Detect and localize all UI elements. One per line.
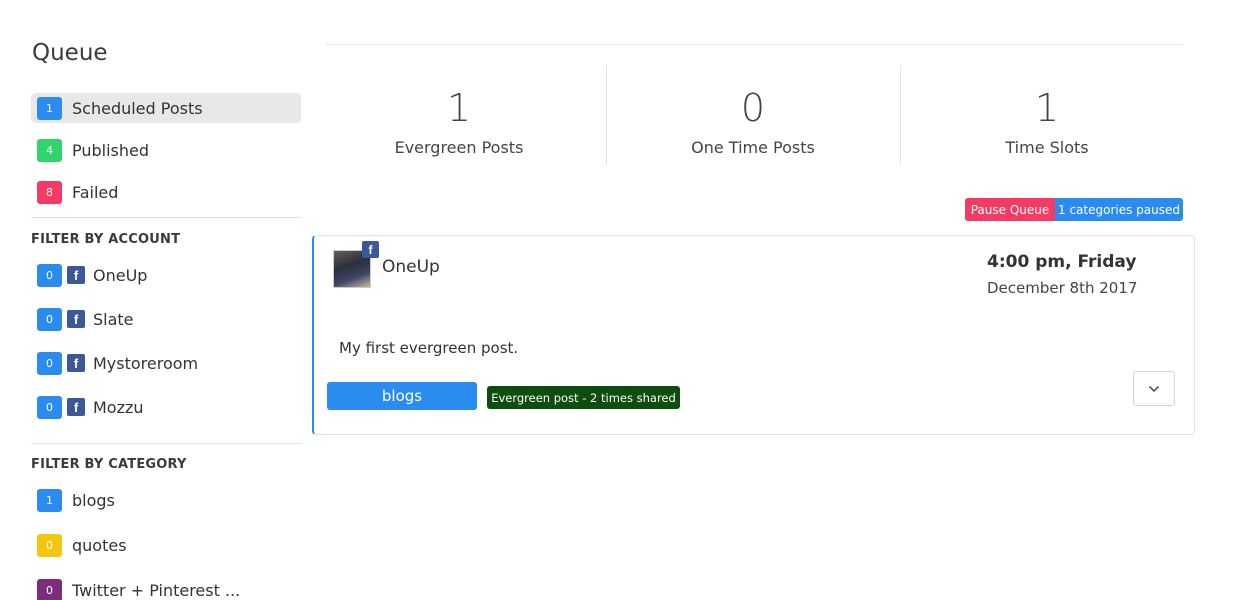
post-date: December 8th 2017 xyxy=(987,279,1138,297)
account-filter-mystoreroom[interactable]: 0 f Mystoreroom xyxy=(31,348,301,378)
expand-button[interactable] xyxy=(1133,371,1175,406)
chevron-down-icon xyxy=(1148,385,1160,392)
top-divider xyxy=(325,44,1183,45)
filter-by-category-heading: FILTER BY CATEGORY xyxy=(31,457,187,472)
count-badge: 0 xyxy=(37,533,62,557)
post-text: My first evergreen post. xyxy=(339,339,519,357)
count-badge: 4 xyxy=(37,138,62,162)
count-badge: 0 xyxy=(37,351,62,375)
category-label: blogs xyxy=(72,490,115,510)
facebook-icon: f xyxy=(67,310,85,328)
count-badge: 0 xyxy=(37,263,62,287)
category-filter-twitter-pinterest[interactable]: 0 Twitter + Pinterest ... xyxy=(31,575,301,600)
stat-value: 1 xyxy=(446,86,472,130)
evergreen-badge: Evergreen post - 2 times shared xyxy=(487,386,680,409)
sidebar: Queue 1 Scheduled Posts 4 Published 8 Fa… xyxy=(31,0,303,600)
count-badge: 0 xyxy=(37,395,62,419)
pause-queue-button[interactable]: Pause Queue xyxy=(965,198,1055,221)
nav-scheduled-posts[interactable]: 1 Scheduled Posts xyxy=(31,93,301,123)
account-filter-slate[interactable]: 0 f Slate xyxy=(31,304,301,334)
count-badge: 0 xyxy=(37,578,62,600)
account-label: Mozzu xyxy=(93,397,144,417)
post-card: f OneUp 4:00 pm, Friday December 8th 201… xyxy=(312,235,1195,435)
category-label: Twitter + Pinterest ... xyxy=(72,580,241,600)
nav-published[interactable]: 4 Published xyxy=(31,135,301,165)
nav-label: Published xyxy=(72,140,150,160)
stat-one-time-posts: 0 One Time Posts xyxy=(606,65,900,165)
account-filter-oneup[interactable]: 0 f OneUp xyxy=(31,260,301,290)
stat-label: Time Slots xyxy=(1005,138,1089,157)
account-label: OneUp xyxy=(93,265,148,285)
facebook-icon: f xyxy=(67,266,85,284)
categories-paused-button[interactable]: 1 categories paused xyxy=(1055,198,1183,221)
stat-label: One Time Posts xyxy=(691,138,815,157)
post-time: 4:00 pm, Friday xyxy=(987,252,1137,272)
stat-evergreen-posts: 1 Evergreen Posts xyxy=(312,65,606,165)
page-title: Queue xyxy=(32,40,108,66)
stat-value: 1 xyxy=(1034,86,1060,130)
facebook-icon: f xyxy=(67,354,85,372)
count-badge: 1 xyxy=(37,488,62,512)
stat-value: 0 xyxy=(740,86,766,130)
stat-time-slots: 1 Time Slots xyxy=(900,65,1194,165)
nav-label: Scheduled Posts xyxy=(72,98,203,118)
divider xyxy=(31,217,302,218)
account-label: Mystoreroom xyxy=(93,353,199,373)
category-label: quotes xyxy=(72,535,127,555)
divider xyxy=(31,443,302,444)
filter-by-account-heading: FILTER BY ACCOUNT xyxy=(31,232,181,247)
category-filter-blogs[interactable]: 1 blogs xyxy=(31,485,301,515)
account-filter-mozzu[interactable]: 0 f Mozzu xyxy=(31,392,301,422)
nav-label: Failed xyxy=(72,182,119,202)
category-filter-quotes[interactable]: 0 quotes xyxy=(31,530,301,560)
account-label: Slate xyxy=(93,309,134,329)
facebook-icon: f xyxy=(362,241,379,258)
count-badge: 1 xyxy=(37,96,62,120)
facebook-icon: f xyxy=(67,398,85,416)
count-badge: 0 xyxy=(37,307,62,331)
category-tag-button[interactable]: blogs xyxy=(327,382,477,410)
stat-label: Evergreen Posts xyxy=(394,138,524,157)
nav-failed[interactable]: 8 Failed xyxy=(31,177,301,207)
post-account-name: OneUp xyxy=(382,257,440,277)
count-badge: 8 xyxy=(37,180,62,204)
